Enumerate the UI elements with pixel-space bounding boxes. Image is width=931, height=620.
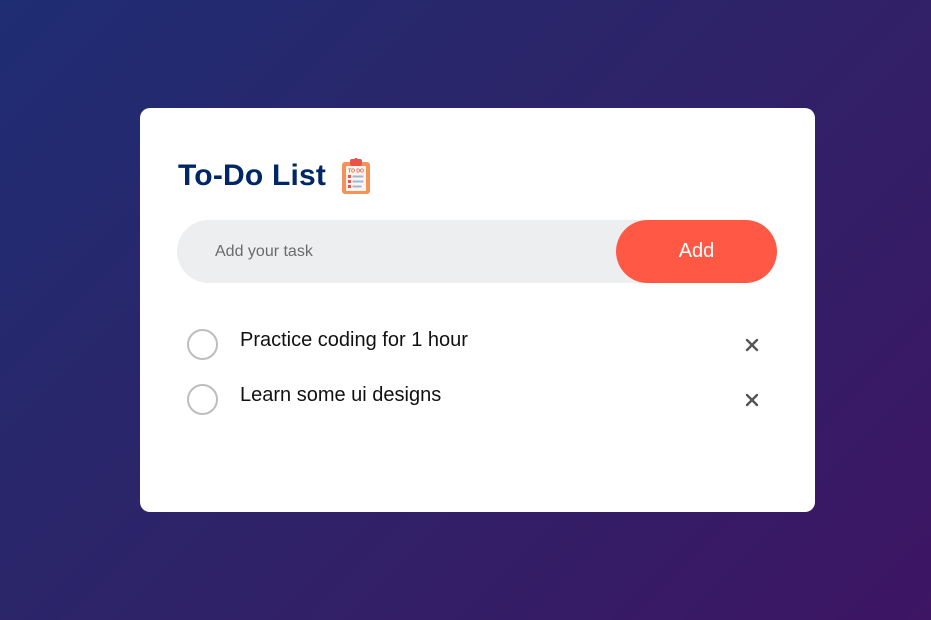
- task-checkbox[interactable]: [187, 329, 218, 360]
- svg-text:TO DO: TO DO: [348, 169, 364, 175]
- add-button[interactable]: Add: [616, 220, 777, 283]
- task-text[interactable]: Practice coding for 1 hour: [240, 329, 468, 352]
- close-icon[interactable]: [741, 334, 763, 356]
- list-item: Learn some ui designs: [186, 375, 766, 430]
- task-checkbox[interactable]: [187, 384, 218, 415]
- list-item: Practice coding for 1 hour: [186, 320, 766, 375]
- close-icon[interactable]: [741, 389, 763, 411]
- task-text[interactable]: Learn some ui designs: [240, 384, 441, 407]
- header: To-Do List TO DO: [178, 156, 372, 196]
- todo-card: To-Do List TO DO Add Practice coding: [140, 108, 815, 512]
- clipboard-todo-icon: TO DO: [340, 157, 372, 195]
- task-input-row: Add: [177, 220, 777, 283]
- task-input[interactable]: [177, 220, 607, 283]
- task-list: Practice coding for 1 hour Learn some ui…: [186, 320, 766, 430]
- page-title: To-Do List: [178, 159, 327, 192]
